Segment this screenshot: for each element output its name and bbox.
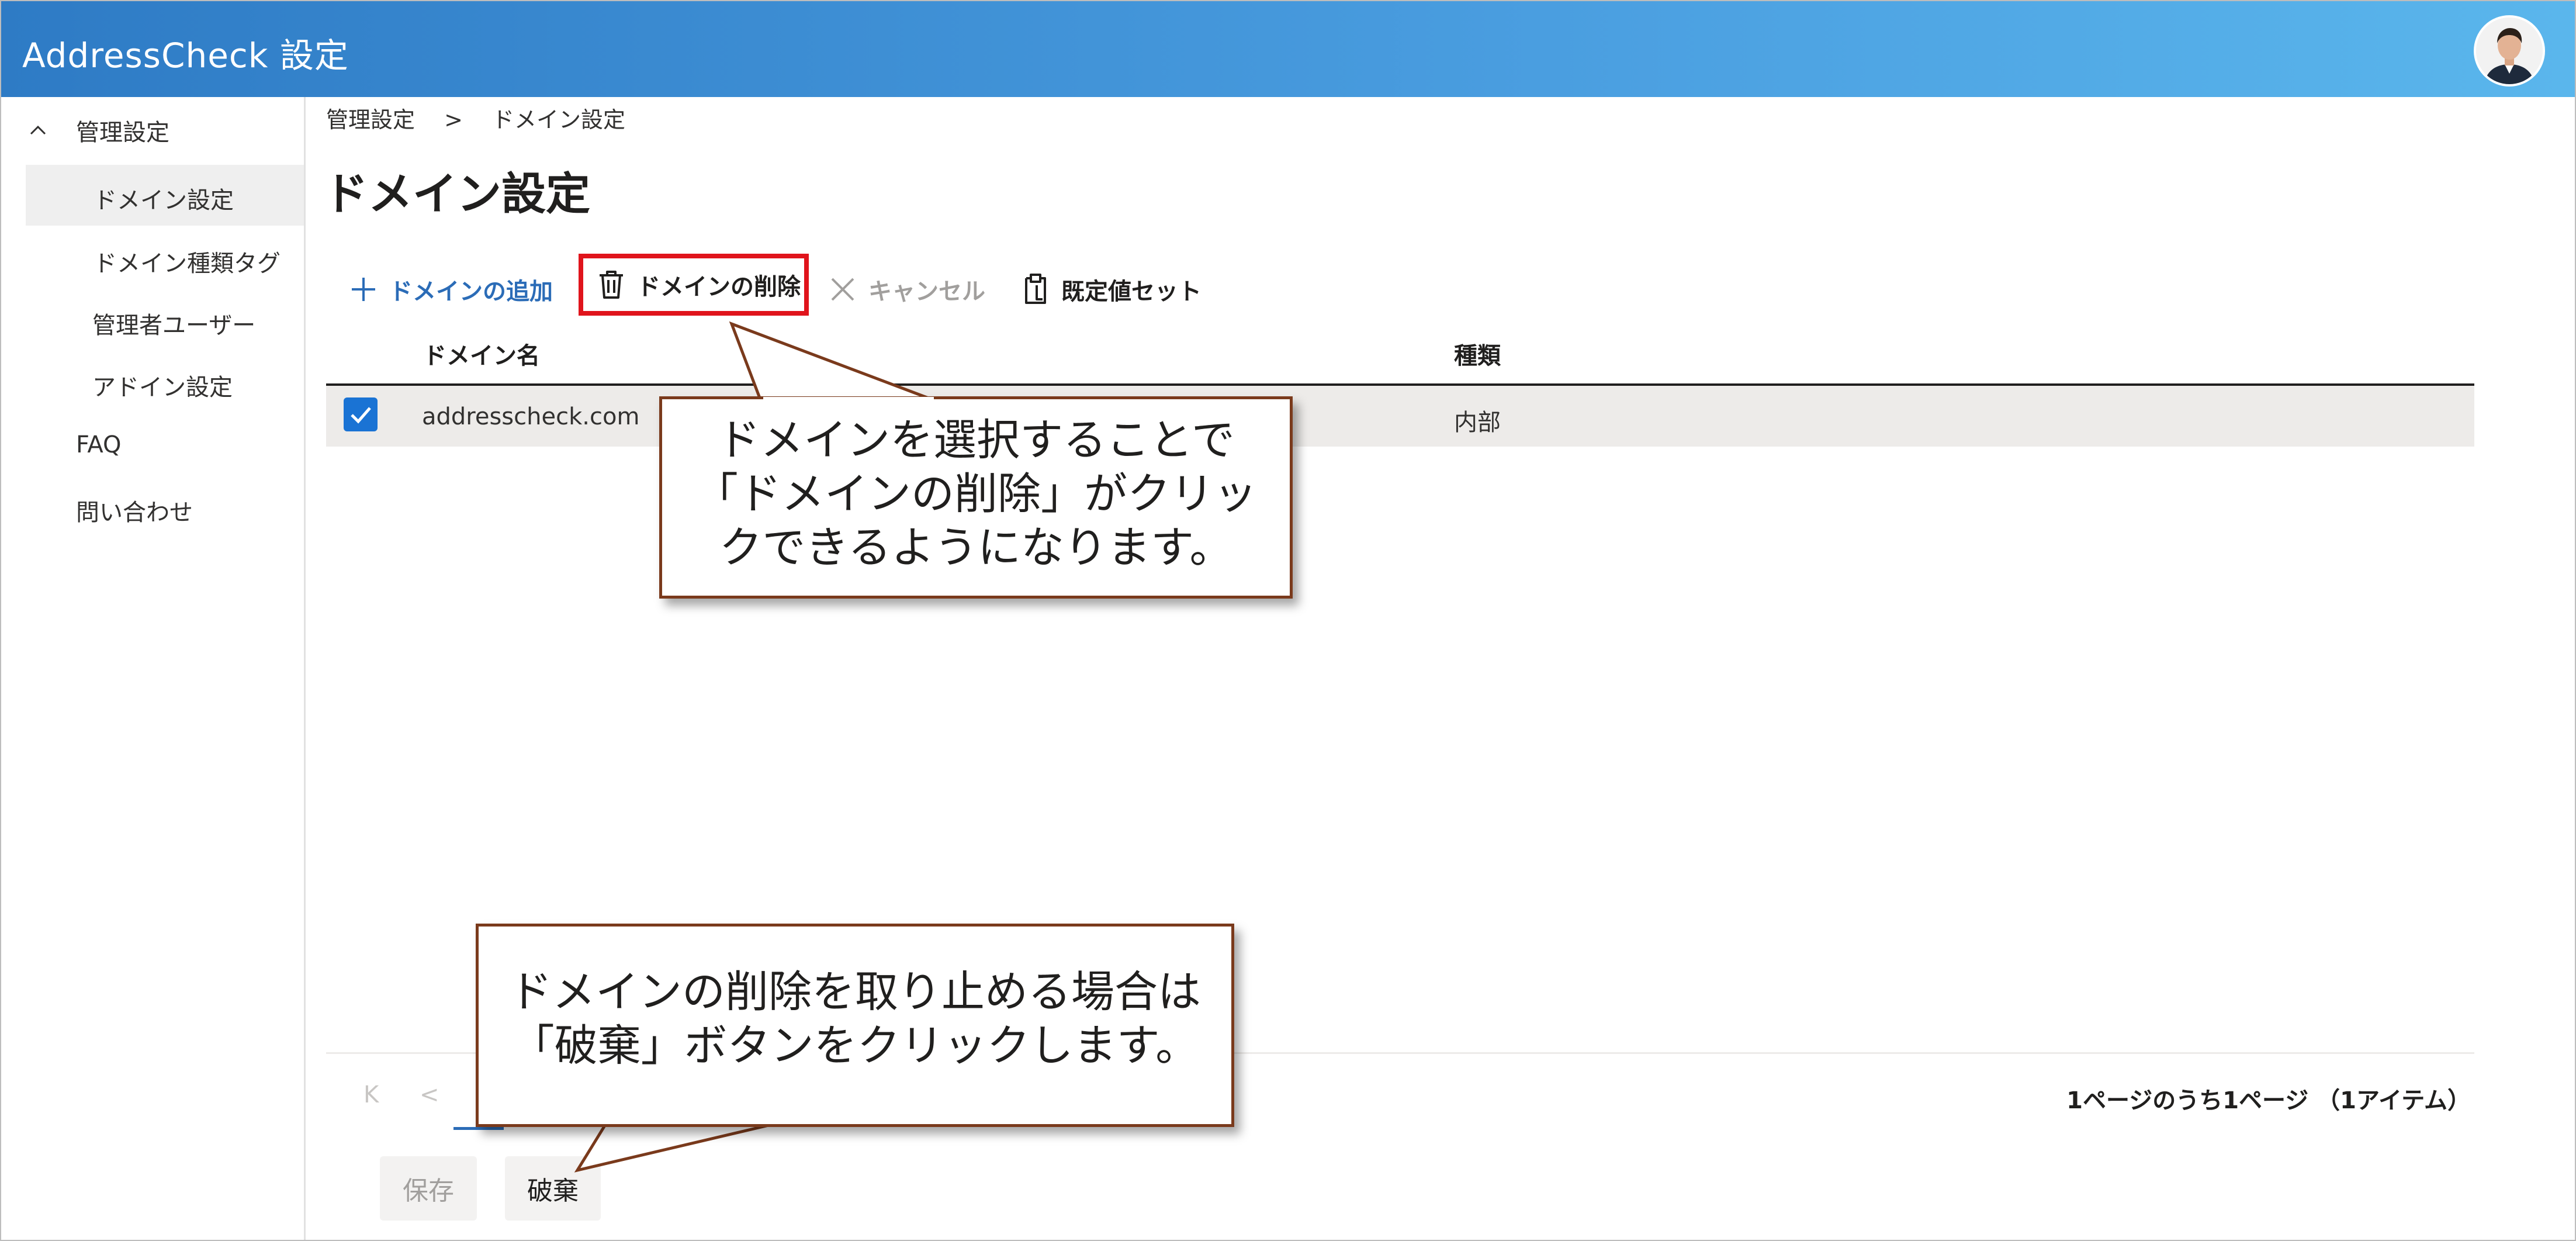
callout-bottom-tail-cover [611,1117,794,1122]
app-window: AddressCheck 設定 管理設定 ドメイン設定 ドメイン種類タグ 管理者… [0,0,2576,1241]
